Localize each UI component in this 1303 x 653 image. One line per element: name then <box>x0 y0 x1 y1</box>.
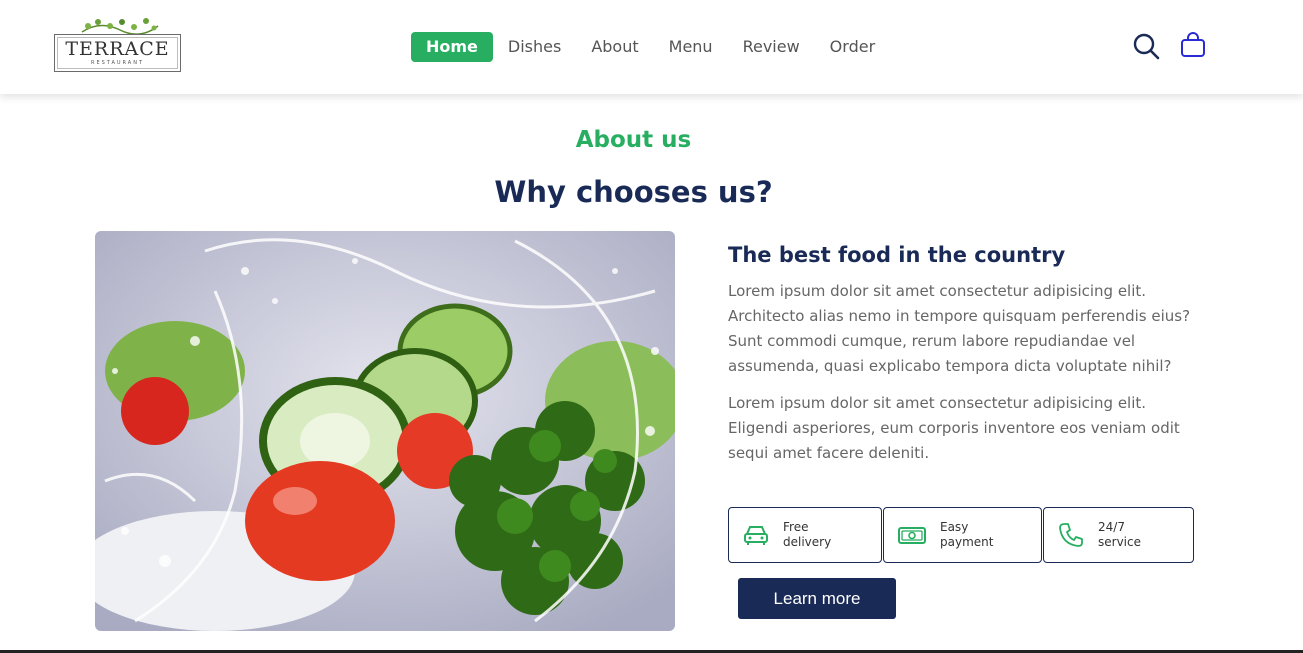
nav-home[interactable]: Home <box>411 32 493 62</box>
shopping-bag-icon[interactable] <box>1179 32 1207 60</box>
feature-easy-payment: Easy payment <box>883 507 1042 563</box>
phone-icon <box>1059 523 1083 547</box>
about-paragraph-2: Lorem ipsum dolor sit amet consectetur a… <box>728 394 1180 462</box>
feature-free-delivery: Free delivery <box>728 507 882 563</box>
section-eyebrow: About us <box>575 127 692 153</box>
nav-order[interactable]: Order <box>830 32 875 62</box>
learn-more-button[interactable]: Learn more <box>738 578 896 619</box>
feature-24-7-service: 24/7 service <box>1043 507 1194 563</box>
car-icon <box>744 526 768 545</box>
logo-wordmark: TERRACE <box>65 38 170 60</box>
feature-label: Free delivery <box>783 520 832 549</box>
logo-frame: TERRACE RESTAURANT <box>54 34 181 72</box>
nav-dishes[interactable]: Dishes <box>508 32 561 62</box>
nav-about[interactable]: About <box>591 32 638 62</box>
feature-list: Free delivery Easy payment 24/7 service <box>728 507 1195 563</box>
about-content: The best food in the country Lorem ipsum… <box>728 240 1198 466</box>
top-navbar: TERRACE RESTAURANT Home Dishes About Men… <box>0 0 1303 94</box>
feature-label: Easy payment <box>940 520 994 549</box>
main-nav: Home Dishes About Menu Review Order <box>411 32 905 62</box>
search-icon[interactable] <box>1132 32 1160 60</box>
feature-label: 24/7 service <box>1098 520 1141 549</box>
logo-subtitle: RESTAURANT <box>90 60 145 66</box>
money-icon <box>898 527 926 544</box>
nav-review[interactable]: Review <box>743 32 800 62</box>
salad-splash-image <box>95 231 675 631</box>
nav-menu[interactable]: Menu <box>669 32 713 62</box>
terrace-logo[interactable]: TERRACE RESTAURANT <box>54 16 181 74</box>
about-paragraph-1: Lorem ipsum dolor sit amet consectetur a… <box>728 282 1191 375</box>
about-title: The best food in the country <box>728 243 1066 267</box>
section-heading: Why chooses us? <box>494 175 773 209</box>
